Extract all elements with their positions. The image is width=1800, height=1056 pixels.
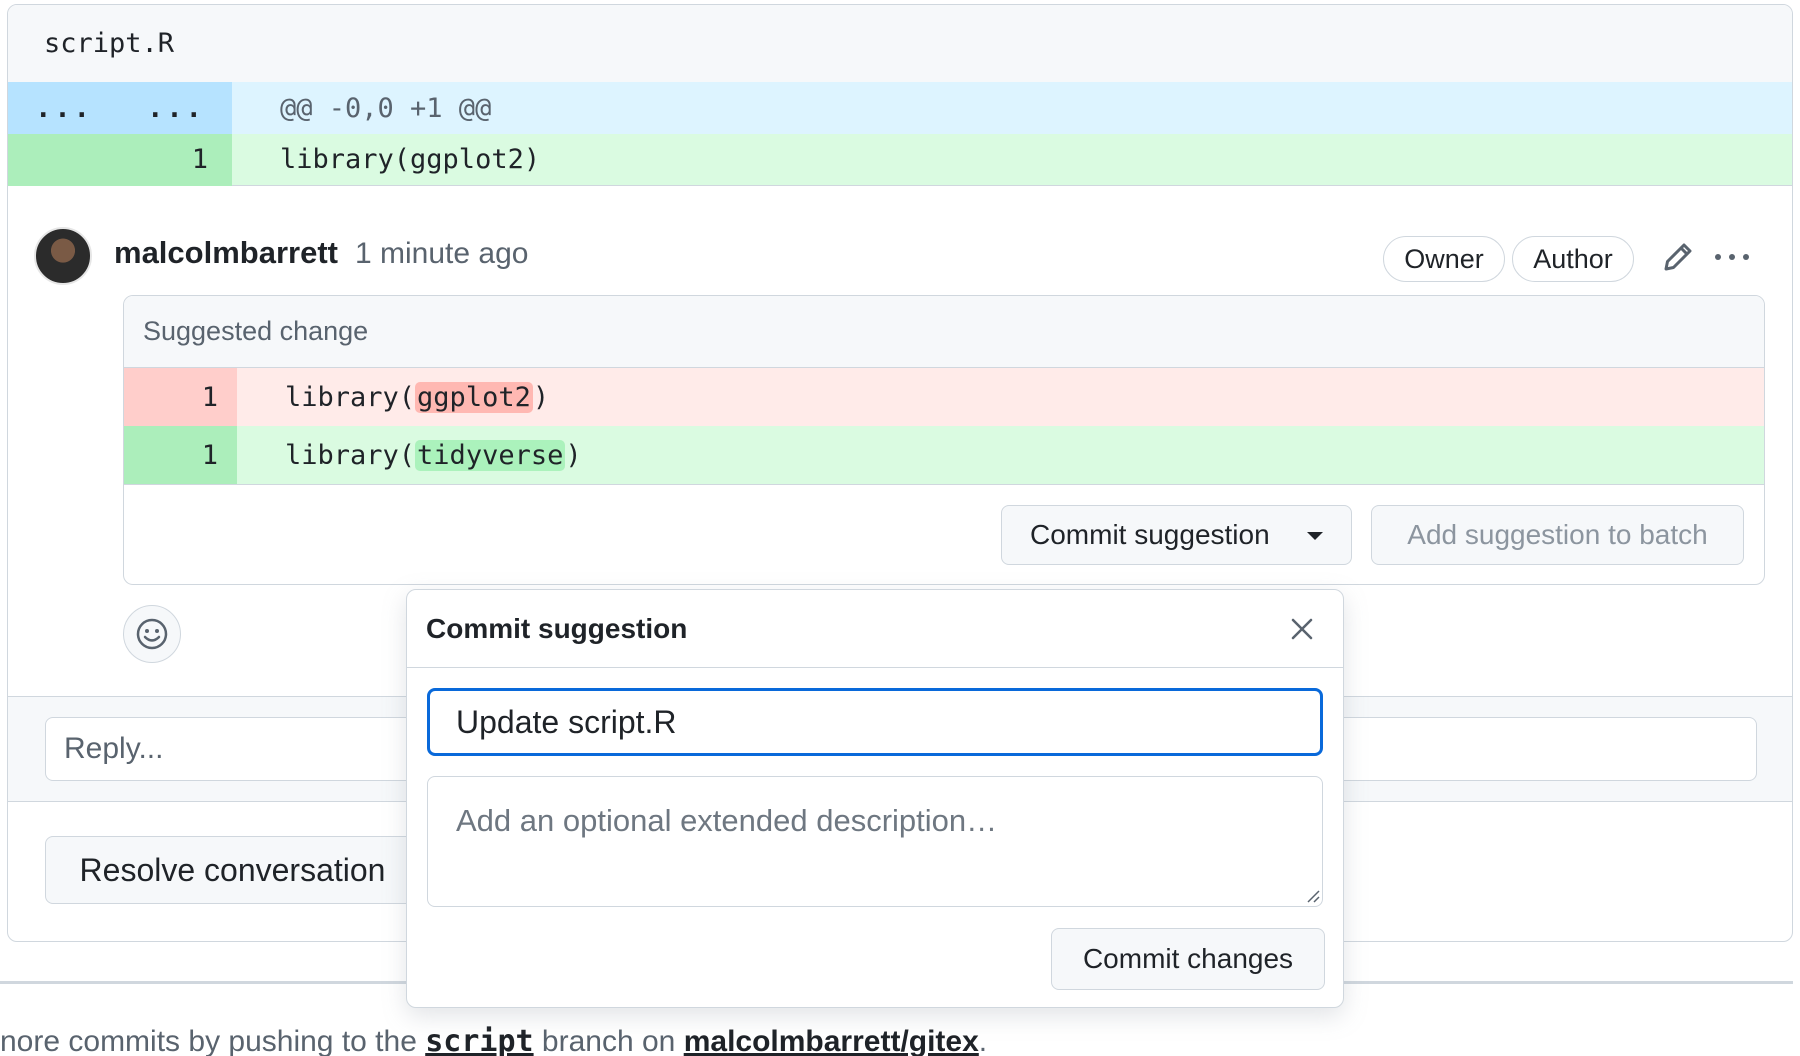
resolve-conversation-button[interactable]: Resolve conversation bbox=[45, 836, 420, 904]
hunk-right-marker: ... bbox=[147, 92, 205, 124]
hunk-header-text: @@ -0,0 +1 @@ bbox=[280, 92, 492, 124]
triangle-down-icon bbox=[1307, 532, 1323, 540]
suggestion-removed-line: 1 library(ggplot2) bbox=[124, 368, 1764, 426]
footer-note: nore commits by pushing to the script br… bbox=[0, 1024, 987, 1056]
suggested-change: Suggested change 1 library(ggplot2) 1 li… bbox=[123, 295, 1765, 585]
added-token: tidyverse bbox=[415, 439, 566, 471]
repo-link[interactable]: malcolmbarrett/gitex bbox=[684, 1025, 979, 1056]
author-badge: Author bbox=[1512, 236, 1634, 282]
line-number[interactable]: 1 bbox=[8, 133, 232, 186]
line-number: 1 bbox=[124, 426, 237, 484]
commit-description-input[interactable]: Add an optional extended description… bbox=[427, 776, 1323, 907]
smiley-icon bbox=[136, 618, 168, 650]
commit-suggestion-button[interactable]: Commit suggestion bbox=[1001, 505, 1352, 565]
commit-suggestion-label: Commit suggestion bbox=[1030, 519, 1270, 550]
kebab-horizontal-icon[interactable] bbox=[1710, 239, 1754, 275]
line-number: 1 bbox=[124, 368, 237, 426]
commit-message-input[interactable]: Update script.R bbox=[427, 688, 1323, 756]
hunk-header-row: ... ... @@ -0,0 +1 @@ bbox=[8, 82, 1792, 134]
branch-link[interactable]: script bbox=[425, 1024, 533, 1056]
suggested-change-header: Suggested change bbox=[124, 296, 1764, 368]
commit-changes-button[interactable]: Commit changes bbox=[1051, 928, 1325, 990]
line-code: library(tidyverse) bbox=[285, 439, 582, 471]
popover-title: Commit suggestion bbox=[407, 590, 1343, 668]
suggestion-added-line: 1 library(tidyverse) bbox=[124, 426, 1764, 484]
diff-added-line: 1 library(ggplot2) bbox=[8, 133, 1792, 186]
pencil-icon[interactable] bbox=[1660, 239, 1696, 275]
owner-badge: Owner bbox=[1383, 236, 1505, 282]
line-code: library(ggplot2) bbox=[285, 381, 550, 413]
avatar[interactable] bbox=[34, 227, 92, 285]
file-name: script.R bbox=[8, 5, 1792, 82]
resize-handle-icon[interactable] bbox=[1305, 888, 1321, 904]
hunk-left-marker: ... bbox=[35, 92, 93, 124]
add-to-batch-button[interactable]: Add suggestion to batch bbox=[1371, 505, 1744, 565]
commit-suggestion-popover: Commit suggestion Update script.R Add an… bbox=[406, 589, 1344, 1008]
line-code: library(ggplot2) bbox=[280, 144, 541, 175]
hunk-expand[interactable]: ... ... bbox=[8, 82, 232, 134]
comment-author[interactable]: malcolmbarrett bbox=[114, 235, 338, 271]
add-reaction-button[interactable] bbox=[123, 605, 181, 663]
comment-time[interactable]: 1 minute ago bbox=[355, 237, 528, 271]
suggestion-actions: Commit suggestion Add suggestion to batc… bbox=[124, 484, 1764, 584]
x-icon[interactable] bbox=[1287, 614, 1317, 644]
removed-token: ggplot2 bbox=[415, 381, 533, 413]
